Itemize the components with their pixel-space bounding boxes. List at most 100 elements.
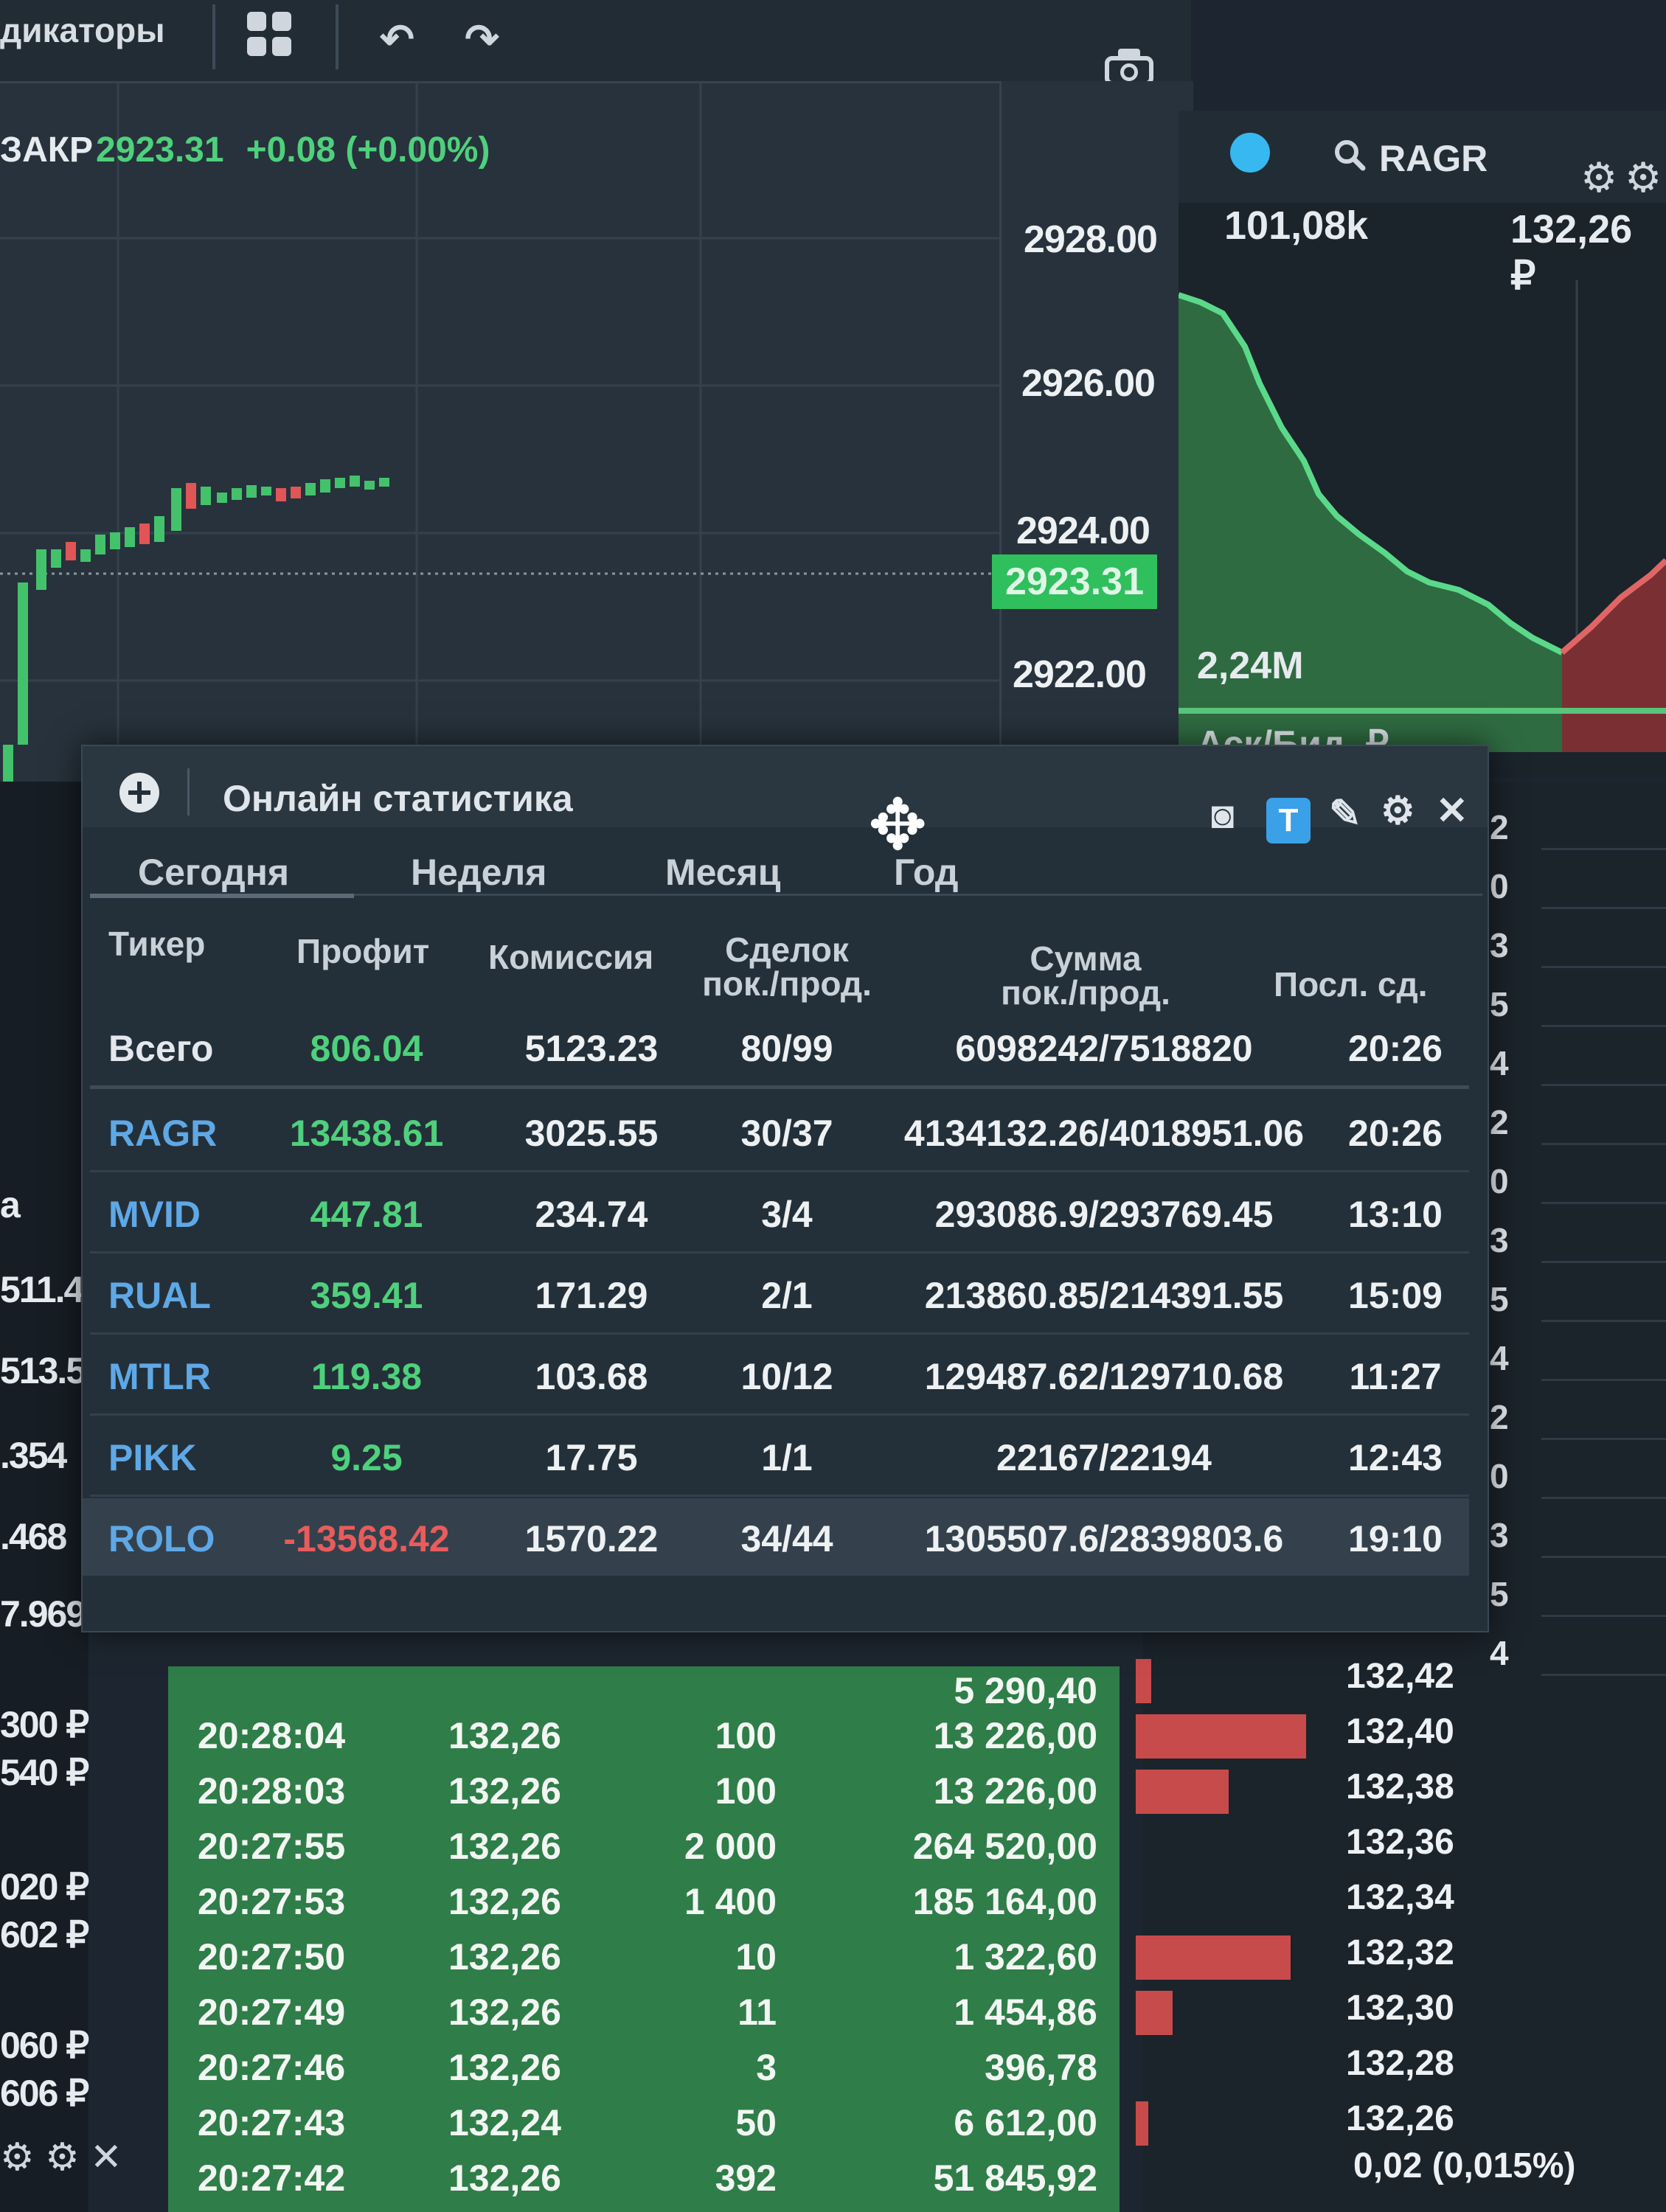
- col-deals[interactable]: Сделок пок./прод.: [676, 933, 898, 1001]
- depth-chart-panel[interactable]: RAGR ⚙ ⚙ 101,08k 132,26 ₽ 2,24M Аск/Бид,…: [1179, 111, 1666, 778]
- trade-time: 20:27:49: [198, 1992, 346, 2033]
- left-panel-value: 513.5: [0, 1350, 86, 1391]
- settings-gear-icon[interactable]: ⚙: [1625, 153, 1662, 202]
- book-row-rule: [1541, 1438, 1666, 1440]
- trade-row[interactable]: 20:27:49 132,26 11 1 454,86: [168, 1983, 1120, 2039]
- row-ticker[interactable]: ROLO: [108, 1517, 215, 1560]
- trade-row[interactable]: 20:27:55 132,26 2 000 264 520,00: [168, 1818, 1120, 1873]
- toolbar-divider: [212, 4, 215, 69]
- total-row: Всего 806.04 5123.23 80/99 6098242/75188…: [83, 1008, 1469, 1085]
- settings-gear-icon[interactable]: ⚙: [1580, 153, 1617, 202]
- tab-today[interactable]: Сегодня: [138, 851, 289, 894]
- left-panel-value: а: [0, 1184, 21, 1225]
- trade-row[interactable]: 20:27:53 132,26 1 400 185 164,00: [168, 1873, 1120, 1928]
- col-sum-line1: Сумма: [1030, 939, 1142, 978]
- settings-gear-icon[interactable]: ⚙: [1381, 789, 1415, 833]
- row-ticker[interactable]: RAGR: [108, 1112, 217, 1155]
- trade-row[interactable]: 20:28:04 132,26 100 13 226,00: [168, 1707, 1120, 1762]
- stats-row[interactable]: PIKK 9.25 17.75 1/1 22167/22194 12:43: [83, 1417, 1469, 1495]
- left-panel-amount: 300 ₽: [0, 1704, 89, 1745]
- trade-row[interactable]: 20:28:03 132,26 100 13 226,00: [168, 1762, 1120, 1818]
- trade-sum: 13 226,00: [933, 1770, 1097, 1812]
- row-ticker[interactable]: MTLR: [108, 1355, 211, 1398]
- row-deals: 34/44: [740, 1518, 833, 1559]
- chart-panel[interactable]: дикаторы ↶ ↷ ЗАКР2923.31 +0.08 (+0.00%) 2: [0, 0, 1193, 782]
- trades-tape[interactable]: 20:28:04 132,26 100 13 226,00 20:28:03 132,26…: [168, 1666, 1120, 2212]
- row-last-deal: 12:43: [1348, 1437, 1443, 1478]
- total-commission: 5123.23: [524, 1028, 659, 1069]
- col-commission[interactable]: Комиссия: [488, 940, 653, 974]
- redo-icon[interactable]: ↷: [465, 15, 499, 63]
- ask-price[interactable]: 132,38: [1346, 1767, 1454, 1807]
- stats-header[interactable]: Онлайн статистика ✥ ◙ T ✎ ⚙ ✕: [83, 746, 1488, 861]
- close-icon[interactable]: ✕: [1436, 789, 1468, 833]
- book-edge-digit: 5: [1490, 1575, 1509, 1613]
- search-icon[interactable]: [1333, 139, 1366, 171]
- stats-row[interactable]: RAGR 13438.61 3025.55 30/37 4134132.26/40189…: [83, 1093, 1469, 1170]
- ask-price[interactable]: 132,28: [1346, 2043, 1454, 2084]
- gear-icon[interactable]: ⚙: [0, 2136, 35, 2179]
- row-ticker[interactable]: RUAL: [108, 1274, 211, 1317]
- table-header: Тикер Профит Комиссия Сделок пок./прод. …: [83, 897, 1488, 1026]
- tab-month[interactable]: Месяц: [665, 851, 781, 894]
- book-row-rule: [1541, 907, 1666, 909]
- ask-price[interactable]: 132,26: [1346, 2098, 1454, 2139]
- col-last-deal[interactable]: Посл. сд.: [1274, 967, 1427, 1001]
- trade-row[interactable]: 20:27:50 132,26 10 1 322,60: [168, 1928, 1120, 1983]
- book-edge-digit: 0: [1490, 867, 1509, 905]
- row-profit: 447.81: [310, 1194, 423, 1235]
- depth-bottom-volume: 2,24M: [1197, 644, 1304, 687]
- left-panel-amount: 606 ₽: [0, 2073, 89, 2114]
- online-stats-window[interactable]: Онлайн статистика ✥ ◙ T ✎ ⚙ ✕ Сегодня Не…: [81, 745, 1489, 1632]
- stats-row[interactable]: ROLO -13568.42 1570.22 34/44 1305507.6/28398…: [83, 1498, 1469, 1576]
- row-ticker[interactable]: MVID: [108, 1193, 201, 1236]
- tab-year[interactable]: Год: [894, 851, 958, 894]
- ask-price[interactable]: 132,42: [1346, 1656, 1454, 1697]
- candle: [18, 582, 28, 745]
- trade-qty: 2 000: [684, 1826, 777, 1867]
- header-divider: [187, 768, 190, 815]
- stats-row[interactable]: MTLR 119.38 103.68 10/12 129487.62/129710.68…: [83, 1336, 1469, 1413]
- indicators-button[interactable]: дикаторы: [0, 10, 165, 50]
- book-edge-digit: 2: [1490, 808, 1509, 846]
- ask-price[interactable]: 132,40: [1346, 1711, 1454, 1752]
- row-sum: 4134132.26/4018951.06: [903, 1113, 1305, 1154]
- ask-price[interactable]: 132,36: [1346, 1822, 1454, 1863]
- trade-row[interactable]: 20:27:43 132,24 50 6 612,00: [168, 2094, 1120, 2149]
- ask-price[interactable]: 132,34: [1346, 1877, 1454, 1918]
- candle: [95, 535, 105, 554]
- close-icon[interactable]: ✕: [90, 2136, 122, 2179]
- undo-icon[interactable]: ↶: [380, 15, 414, 63]
- row-ticker[interactable]: PIKK: [108, 1436, 196, 1479]
- book-row-rule: [1541, 848, 1666, 850]
- layout-grid-icon[interactable]: [247, 12, 294, 59]
- tabs-divider: [354, 894, 1482, 896]
- ask-price[interactable]: 132,30: [1346, 1988, 1454, 2028]
- trade-row[interactable]: 20:27:46 132,26 3 396,78: [168, 2039, 1120, 2094]
- axis-label: 2926.00: [1021, 362, 1156, 405]
- col-ticker[interactable]: Тикер: [108, 927, 205, 961]
- tab-week[interactable]: Неделя: [411, 851, 546, 894]
- candle: [51, 549, 61, 568]
- stats-row[interactable]: MVID 447.81 234.74 3/4 293086.9/293769.45 13:…: [83, 1174, 1469, 1251]
- price-axis[interactable]: 2928.00 2926.00 2924.00 2922.00: [999, 81, 1193, 782]
- left-panel-amount: 060 ₽: [0, 2025, 89, 2066]
- row-last-deal: 20:26: [1348, 1113, 1443, 1154]
- book-edge-digit: 3: [1490, 1516, 1509, 1554]
- col-profit[interactable]: Профит: [296, 934, 429, 968]
- chart-toolbar: дикаторы ↶ ↷: [0, 0, 1191, 86]
- candle: [320, 479, 330, 493]
- ask-price[interactable]: 132,32: [1346, 1933, 1454, 1973]
- settings-icon[interactable]: ⚙: [45, 2136, 80, 2179]
- axis-label: 2922.00: [1013, 653, 1147, 696]
- add-icon[interactable]: [119, 773, 159, 813]
- trade-qty: 1 400: [684, 1881, 777, 1922]
- col-sum[interactable]: Сумма пок./прод.: [931, 942, 1240, 1009]
- trade-time: 20:27:55: [198, 1826, 346, 1867]
- trade-row[interactable]: 20:27:42 132,26 392 51 845,92: [168, 2149, 1120, 2205]
- candlestick-chart[interactable]: [0, 83, 999, 782]
- depth-ticker[interactable]: RAGR: [1379, 137, 1488, 180]
- book-row-rule: [1541, 1143, 1666, 1145]
- stats-row[interactable]: RUAL 359.41 171.29 2/1 213860.85/214391.55 15…: [83, 1255, 1469, 1332]
- row-deals: 1/1: [761, 1437, 813, 1478]
